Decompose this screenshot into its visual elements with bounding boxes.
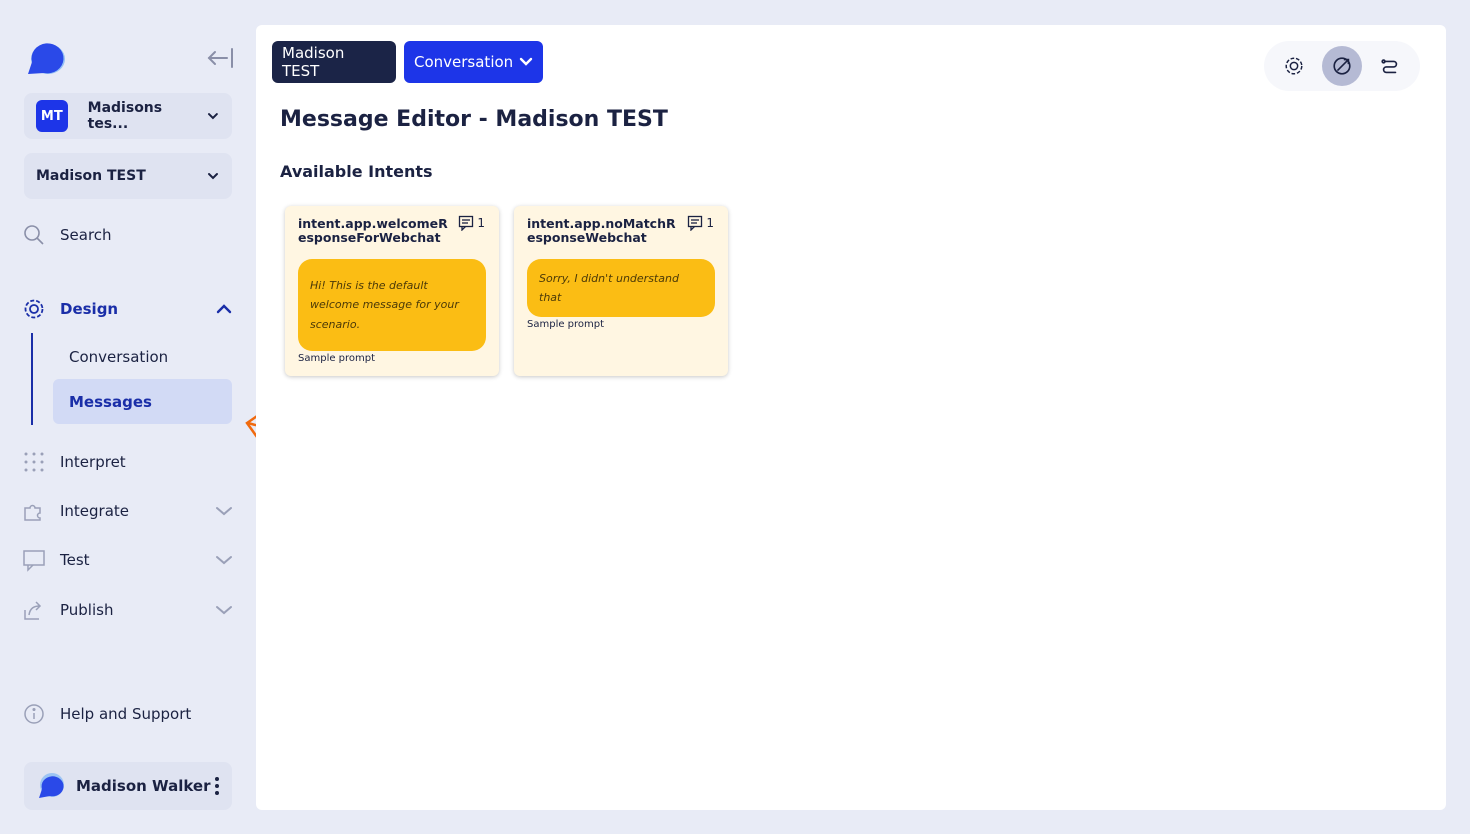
flow-icon <box>1381 59 1398 74</box>
sidebar-item-label: Help and Support <box>60 705 192 723</box>
main-panel: Madison TEST Conversation Message Editor… <box>256 25 1446 810</box>
view-dropdown[interactable]: Conversation <box>404 41 543 83</box>
design-gear-icon <box>24 299 44 319</box>
prompt-label: Sample prompt <box>527 319 605 330</box>
sidebar-item-label: Interpret <box>60 453 126 471</box>
edit-compass-icon <box>1333 57 1351 75</box>
chevron-up-icon[interactable] <box>214 299 234 319</box>
design-gear-icon <box>1285 57 1303 75</box>
chevron-down-icon[interactable] <box>214 550 234 570</box>
chevron-down-icon[interactable] <box>214 501 234 521</box>
sidebar-item-help[interactable]: Help and Support <box>22 698 234 730</box>
sidebar-item-design[interactable]: Design <box>22 293 234 325</box>
sidebar-item-label: Test <box>60 551 90 569</box>
workspace-selector[interactable]: MT Madisons tes... <box>24 93 232 139</box>
chevron-down-icon <box>208 173 218 180</box>
view-toolbar <box>1264 41 1420 91</box>
sidebar-subitem-label: Conversation <box>69 347 169 366</box>
project-name: Madison TEST <box>36 168 146 184</box>
dots-grid-icon <box>24 452 44 472</box>
message-count: 1 <box>687 215 714 231</box>
chevron-down-icon <box>519 57 533 66</box>
editor-view-button[interactable] <box>1322 46 1362 86</box>
info-icon <box>24 704 44 724</box>
message-text: Sorry, I didn't understand that <box>539 271 679 305</box>
section-title: Available Intents <box>280 162 433 181</box>
prompt-label: Sample prompt <box>298 353 376 364</box>
sidebar-subitem-messages[interactable]: Messages <box>53 379 232 424</box>
sidebar-subitem-label: Messages <box>69 392 152 411</box>
message-count-icon <box>688 215 703 231</box>
workspace-name: Madisons tes... <box>87 100 163 132</box>
collapse-sidebar-icon[interactable] <box>205 46 235 70</box>
project-selector[interactable]: Madison TEST <box>24 153 232 199</box>
message-count-value: 1 <box>477 216 485 230</box>
sidebar-item-test[interactable]: Test <box>22 544 234 576</box>
project-button[interactable]: Madison TEST <box>272 41 396 83</box>
share-icon <box>24 601 42 620</box>
submenu-indicator <box>31 333 33 425</box>
sidebar-item-label: Search <box>60 226 112 244</box>
chat-window-icon <box>23 550 45 572</box>
message-text: Hi! This is the default welcome message … <box>310 278 459 331</box>
user-name: Madison Walker <box>76 777 211 795</box>
sidebar-item-label: Publish <box>60 601 114 619</box>
sidebar-item-publish[interactable]: Publish <box>22 594 234 626</box>
intent-name: intent.app.noMatchResponseWebchat <box>527 216 676 245</box>
workspace-avatar: MT <box>36 100 68 132</box>
flow-view-button[interactable] <box>1370 46 1410 86</box>
sidebar-item-integrate[interactable]: Integrate <box>22 495 234 527</box>
search-icon <box>24 225 44 245</box>
intent-card[interactable]: intent.app.welcomeResponseForWebchat 1 H… <box>285 206 499 376</box>
sidebar: MT Madisons tes... Madison TEST Search D… <box>0 0 316 834</box>
sidebar-subitem-conversation[interactable]: Conversation <box>53 334 232 379</box>
sidebar-item-label: Integrate <box>60 502 130 520</box>
message-count: 1 <box>458 215 485 231</box>
message-count-icon <box>459 215 474 231</box>
sidebar-item-interpret[interactable]: Interpret <box>22 446 234 478</box>
user-menu[interactable]: Madison Walker <box>24 762 232 810</box>
message-bubble[interactable]: Hi! This is the default welcome message … <box>298 259 486 351</box>
chevron-down-icon <box>208 113 219 120</box>
avatar <box>39 773 64 798</box>
app-logo-icon[interactable] <box>24 40 66 80</box>
sidebar-item-search[interactable]: Search <box>22 219 234 251</box>
design-view-button[interactable] <box>1274 46 1314 86</box>
view-dropdown-label: Conversation <box>414 53 514 71</box>
intent-name: intent.app.welcomeResponseForWebchat <box>298 216 448 245</box>
intent-card[interactable]: intent.app.noMatchResponseWebchat 1 Sorr… <box>514 206 728 376</box>
more-options-icon[interactable] <box>214 776 220 796</box>
message-bubble[interactable]: Sorry, I didn't understand that <box>527 259 715 317</box>
puzzle-icon <box>24 504 41 521</box>
message-count-value: 1 <box>706 216 714 230</box>
sidebar-item-label: Design <box>60 300 119 318</box>
chevron-down-icon[interactable] <box>214 600 234 620</box>
page-title: Message Editor - Madison TEST <box>280 107 668 132</box>
project-button-label: Madison TEST <box>282 44 345 80</box>
